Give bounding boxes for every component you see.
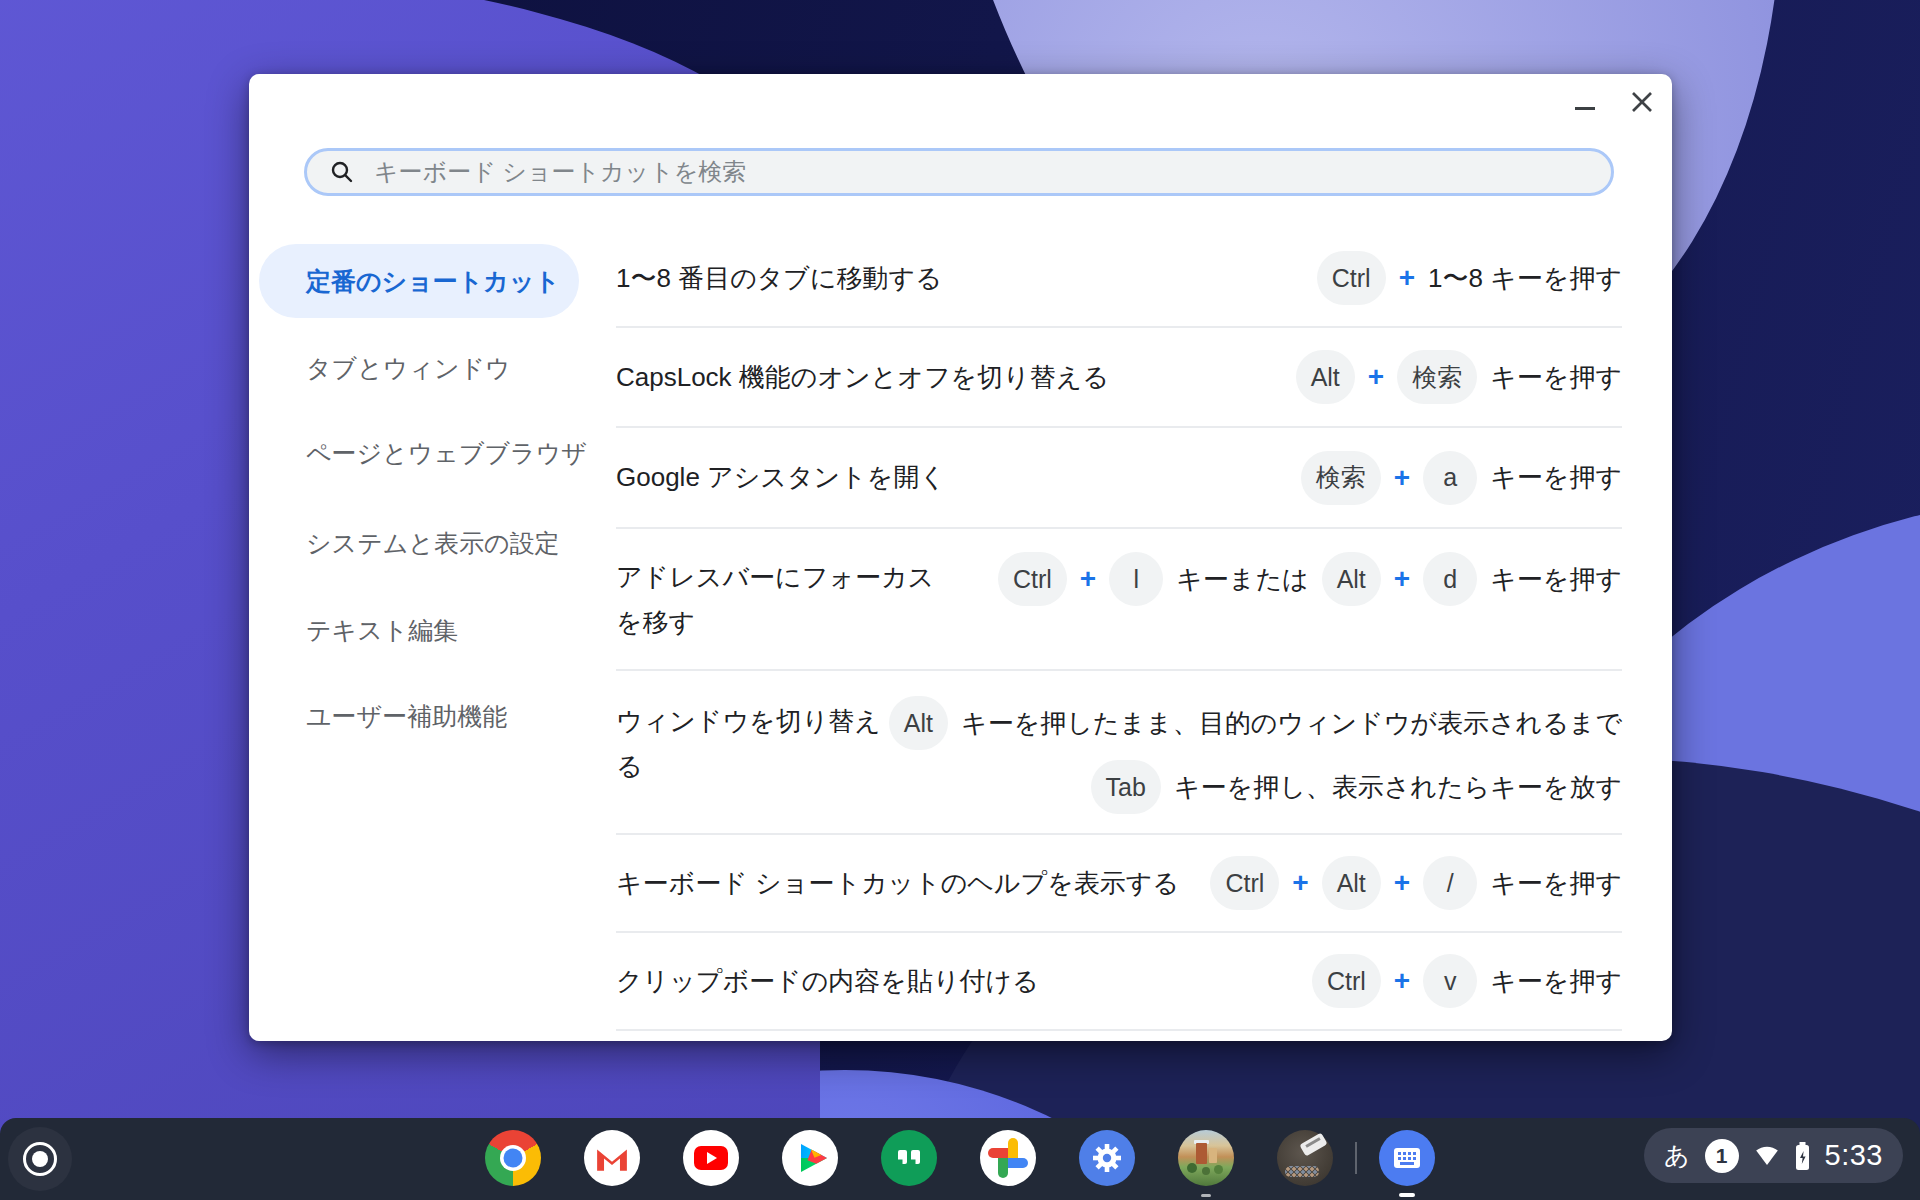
key-combo: Tab キーを押し、表示されたらキーを放す [1091,760,1622,814]
shortcut-description: CapsLock 機能のオンとオフを切り替える [616,360,1109,395]
plus-separator: + [1394,462,1410,494]
plus-separator: + [1394,867,1410,899]
sidebar-item-label: ユーザー補助機能 [306,700,507,733]
key-combo: 検索 + a キーを押す [1301,451,1622,505]
key-pill: Ctrl [1210,856,1279,910]
app-icon-play-store[interactable] [782,1130,838,1186]
shortcut-row: キーボード ショートカットのヘルプを表示する Ctrl + Alt + / キーを押す [616,833,1622,931]
launcher-icon [23,1142,57,1176]
plus-separator: + [1368,361,1384,393]
key-combo: Alt キーを押したまま、目的のウィンドウが表示されるまで [889,696,1622,750]
search-input[interactable] [374,158,1611,186]
sidebar-item-label: テキスト編集 [306,614,458,647]
key-pill: Alt [889,696,948,750]
shortcut-row: CapsLock 機能のオンとオフを切り替える Alt + 検索キーを押す [616,326,1622,426]
shortcut-description: ウィンドウを切り替える [616,699,882,789]
key-instruction-text: キーを押す [1490,460,1622,495]
shortcut-description: キーボード ショートカットのヘルプを表示する [616,866,1179,901]
key-pill: 検索 [1397,350,1477,404]
key-pill: 検索 [1301,451,1381,505]
key-pill: Alt [1322,552,1381,606]
status-tray[interactable]: あ 1 5:33 [1644,1128,1903,1183]
minimize-button[interactable] [1567,92,1603,122]
key-pill: Alt [1296,350,1355,404]
sidebar-item[interactable]: 定番のショートカット [259,244,579,318]
key-combo-lines: Alt キーを押したまま、目的のウィンドウが表示されるまで Tab キーを押し、表示さ… [889,696,1622,814]
key-pill: a [1423,451,1477,505]
app-icon-bus-game[interactable] [1277,1130,1333,1186]
clock: 5:33 [1825,1139,1883,1172]
sidebar-item-label: システムと表示の設定 [306,527,560,560]
shelf-divider [1355,1142,1357,1174]
key-instruction-text: 1〜8 キーを押す [1428,261,1622,296]
minimize-icon [1575,107,1595,110]
key-combo: Ctrl + v キーを押す [1312,954,1622,1008]
app-icon-youtube[interactable] [683,1130,739,1186]
launcher-button[interactable] [8,1127,72,1191]
shortcut-description: Google アシスタントを開く [616,460,946,495]
keyboard-shortcuts-dialog: 定番のショートカットタブとウィンドウページとウェブブラウザシステムと表示の設定テ… [249,74,1672,1041]
plus-separator: + [1292,867,1308,899]
app-icon-city-game[interactable] [1178,1130,1234,1186]
sidebar-item[interactable]: ページとウェブブラウザ [259,416,587,490]
app-icon-chrome[interactable] [485,1130,541,1186]
key-pill: d [1423,552,1477,606]
app-icon-settings[interactable] [1079,1130,1135,1186]
shortcut-description: クリップボードの内容を貼り付ける [616,964,1039,999]
key-pill: Tab [1091,760,1161,814]
key-combo: Ctrl +1〜8 キーを押す [1317,251,1622,305]
key-instruction-text: キーを押したまま、目的のウィンドウが表示されるまで [961,706,1622,741]
plus-separator: + [1399,262,1415,294]
key-combo: Alt + 検索キーを押す [1296,350,1622,404]
sidebar-item[interactable]: ユーザー補助機能 [259,679,507,753]
key-instruction-text: キーを押す [1490,562,1622,597]
battery-charging-icon [1795,1142,1810,1170]
close-icon [1629,89,1655,115]
app-icon-keyboard-shortcuts[interactable] [1379,1130,1435,1186]
plus-separator: + [1394,965,1410,997]
sidebar-item-label: 定番のショートカット [306,265,560,298]
sidebar-item-label: ページとウェブブラウザ [306,437,587,470]
key-pill: Ctrl [1317,251,1386,305]
key-instruction-text: キーまたは [1176,562,1308,597]
key-instruction-text: キーを押し、表示されたらキーを放す [1174,770,1622,805]
key-pill: Ctrl [1312,954,1381,1008]
shortcut-row: Google アシスタントを開く 検索 + a キーを押す [616,426,1622,527]
app-icon-google-photos[interactable] [980,1130,1036,1186]
shortcut-description: 1〜8 番目のタブに移動する [616,261,942,296]
key-pill: l [1109,552,1163,606]
key-instruction-text: キーを押す [1490,964,1622,999]
shortcut-row: クリップボードの内容を貼り付ける Ctrl + v キーを押す [616,931,1622,1031]
plus-separator: + [1394,563,1410,595]
shortcut-row: アドレスバーにフォーカスを移す Ctrl + l キーまたは Alt + d キーを押す [616,527,1622,669]
search-bar [304,148,1614,196]
shelf-apps [485,1130,1435,1186]
key-pill: Ctrl [998,552,1067,606]
shortcut-row: ウィンドウを切り替えるAlt キーを押したまま、目的のウィンドウが表示されるまで T… [616,669,1622,833]
shelf: あ 1 5:33 [0,1118,1920,1200]
key-pill: / [1423,856,1477,910]
app-icon-gmail[interactable] [584,1130,640,1186]
key-instruction-text: キーを押す [1490,360,1622,395]
sidebar-item[interactable]: テキスト編集 [259,593,458,667]
notification-counter: 1 [1705,1139,1739,1173]
sidebar-item-label: タブとウィンドウ [306,352,511,385]
key-instruction-text: キーを押す [1490,866,1622,901]
key-combo: Ctrl + Alt + / キーを押す [1210,856,1622,910]
key-combo: Ctrl + l キーまたは Alt + d キーを押す [998,552,1622,606]
running-indicator [1399,1193,1415,1197]
key-pill: Alt [1322,856,1381,910]
search-icon [330,160,354,184]
wifi-icon [1754,1145,1780,1166]
close-button[interactable] [1625,87,1659,119]
app-icon-hangouts[interactable] [881,1130,937,1186]
sidebar-item[interactable]: システムと表示の設定 [259,506,560,580]
key-pill: v [1423,954,1477,1008]
sidebar-item[interactable]: タブとウィンドウ [259,331,511,405]
plus-separator: + [1080,563,1096,595]
ime-indicator: あ [1664,1139,1690,1172]
running-indicator [1201,1194,1211,1197]
shortcut-description: アドレスバーにフォーカスを移す [616,555,958,645]
shortcut-row: 1〜8 番目のタブに移動する Ctrl +1〜8 キーを押す [616,230,1622,326]
